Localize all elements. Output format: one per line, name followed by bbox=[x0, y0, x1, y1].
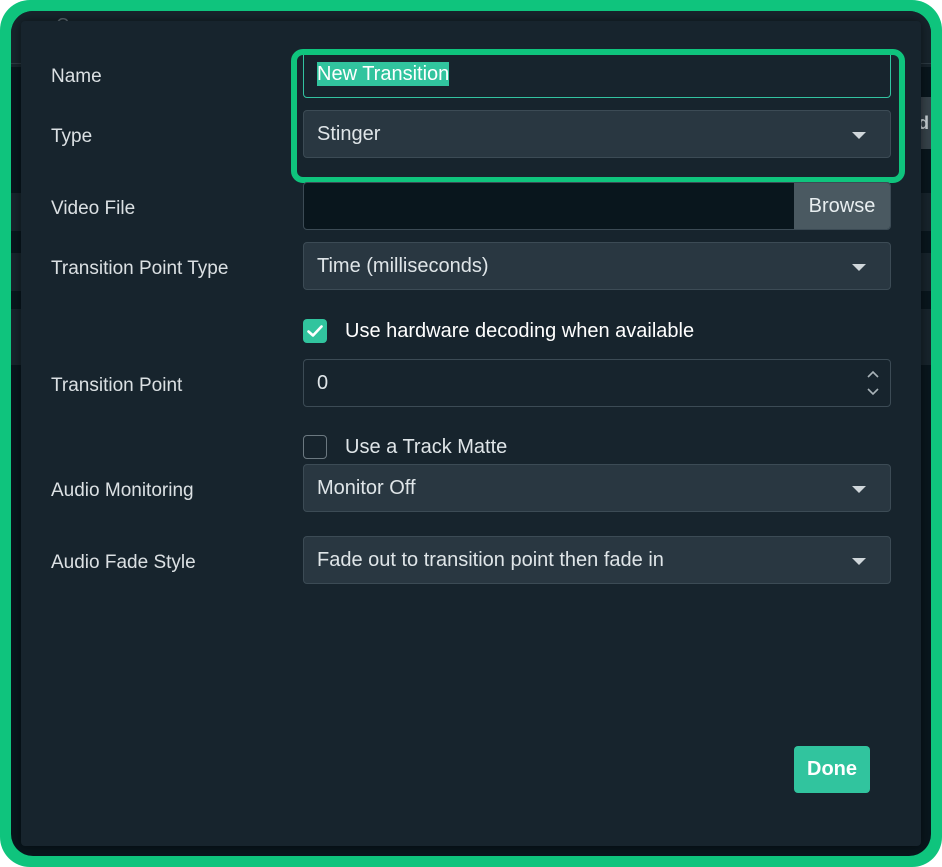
hardware-decoding-checkbox[interactable] bbox=[303, 319, 327, 343]
track-matte-label: Use a Track Matte bbox=[345, 436, 508, 458]
type-label: Type bbox=[51, 126, 93, 147]
type-select-value: Stinger bbox=[317, 123, 381, 145]
audio-fade-style-value: Fade out to transition point then fade i… bbox=[317, 549, 664, 571]
transition-point-value: 0 bbox=[317, 372, 329, 394]
chevron-down-icon bbox=[852, 486, 866, 493]
transition-point-input[interactable]: 0 bbox=[303, 359, 891, 407]
video-file-label: Video File bbox=[51, 198, 136, 219]
video-file-input[interactable]: Browse bbox=[303, 182, 891, 230]
checkmark-icon bbox=[307, 325, 323, 337]
browse-button[interactable]: Browse bbox=[794, 183, 890, 229]
spinner-arrows-icon[interactable] bbox=[866, 367, 880, 399]
audio-fade-style-label: Audio Fade Style bbox=[51, 552, 196, 573]
name-input[interactable]: New Transition bbox=[303, 50, 891, 98]
audio-monitoring-label: Audio Monitoring bbox=[51, 480, 194, 501]
type-select[interactable]: Stinger bbox=[303, 110, 891, 158]
name-input-value: New Transition bbox=[317, 62, 450, 86]
hardware-decoding-label: Use hardware decoding when available bbox=[345, 320, 695, 342]
transition-point-label: Transition Point bbox=[51, 375, 183, 396]
chevron-down-icon bbox=[852, 558, 866, 565]
audio-monitoring-value: Monitor Off bbox=[317, 477, 416, 499]
name-label: Name bbox=[51, 66, 102, 87]
track-matte-checkbox[interactable] bbox=[303, 435, 327, 459]
audio-fade-style-select[interactable]: Fade out to transition point then fade i… bbox=[303, 536, 891, 584]
chevron-down-icon bbox=[852, 132, 866, 139]
transition-point-type-select[interactable]: Time (milliseconds) bbox=[303, 242, 891, 290]
transition-point-type-label: Transition Point Type bbox=[51, 258, 229, 279]
transition-settings-modal: Name New Transition Type Stinger Video F… bbox=[21, 21, 921, 846]
transition-point-type-value: Time (milliseconds) bbox=[317, 255, 489, 277]
chevron-down-icon bbox=[852, 264, 866, 271]
app-window: Ca d Name New Transition Type Stinger Vi… bbox=[11, 11, 931, 856]
done-button[interactable]: Done bbox=[794, 746, 870, 793]
audio-monitoring-select[interactable]: Monitor Off bbox=[303, 464, 891, 512]
